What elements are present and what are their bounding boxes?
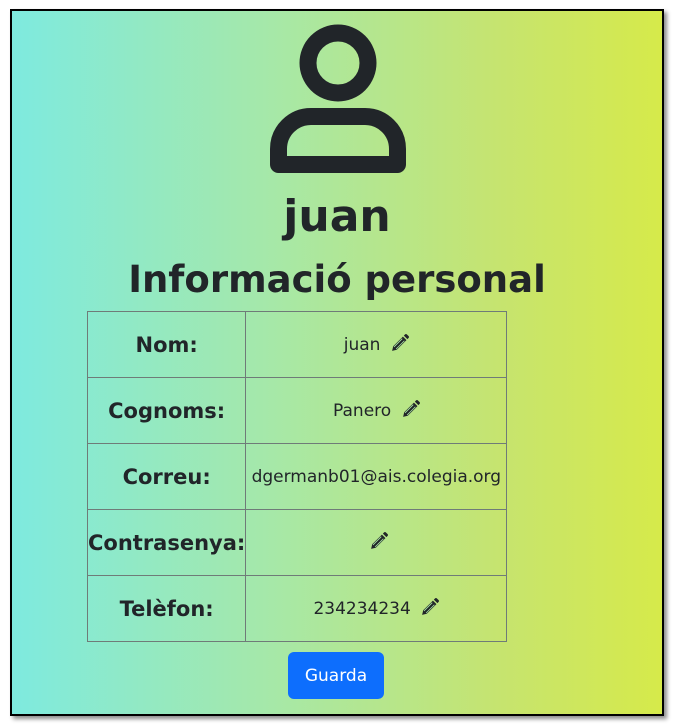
contrasenya-label: Contrasenya:	[86, 509, 247, 576]
nom-label: Nom:	[86, 311, 247, 378]
correu-value: dgermanb01@ais.colegia.org	[251, 466, 502, 487]
nom-cell: juan	[245, 311, 508, 378]
row-telefon: Telèfon: 234234234	[86, 575, 508, 642]
pencil-icon[interactable]	[420, 598, 440, 617]
row-nom: Nom: juan	[86, 311, 508, 378]
cognoms-cell: Panero	[245, 377, 508, 444]
correu-label: Correu:	[86, 443, 247, 510]
pencil-icon[interactable]	[401, 400, 420, 419]
telefon-cell: 234234234	[245, 575, 508, 642]
pencil-icon[interactable]	[369, 532, 388, 551]
row-correu: Correu: dgermanb01@ais.colegia.org	[86, 443, 508, 510]
username-heading: juan	[283, 191, 391, 242]
cognoms-label: Cognoms:	[86, 377, 247, 444]
telefon-label: Telèfon:	[86, 575, 247, 642]
cognoms-value: Panero	[333, 401, 392, 421]
personal-info-title: Informació personal	[128, 258, 546, 301]
save-button[interactable]: Guarda	[288, 652, 384, 699]
telefon-value: 234234234	[313, 599, 411, 619]
pencil-icon[interactable]	[390, 334, 409, 353]
row-cognoms: Cognoms: Panero	[86, 377, 508, 444]
nom-value: juan	[343, 335, 381, 355]
correu-cell: dgermanb01@ais.colegia.org	[245, 443, 508, 510]
contrasenya-cell	[245, 509, 508, 576]
user-icon	[270, 24, 406, 173]
row-contrasenya: Contrasenya:	[86, 509, 508, 576]
profile-card: juan Informació personal Nom: juan Cogno…	[10, 9, 664, 716]
personal-info-table: Nom: juan Cognoms: Panero Correu: dgerma…	[86, 311, 508, 642]
